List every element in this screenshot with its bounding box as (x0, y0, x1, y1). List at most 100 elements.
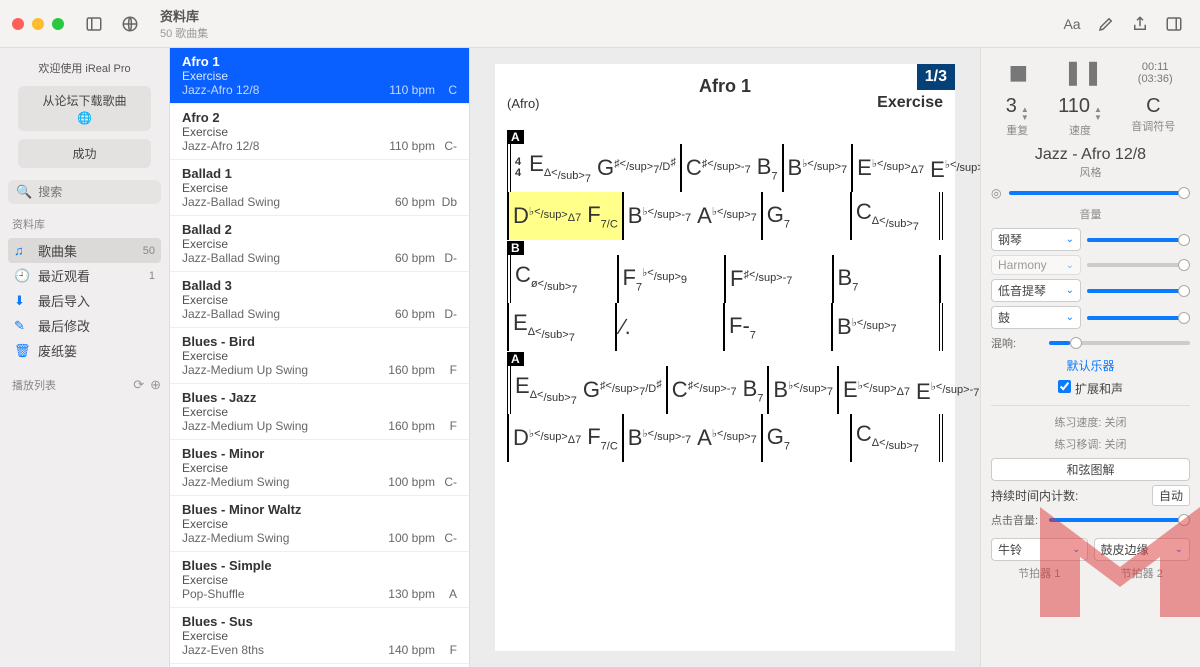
metronome-select[interactable]: 牛铃⌄ (991, 538, 1088, 561)
titlebar: 资料库 50 歌曲集 Aa (0, 0, 1200, 48)
metronome-select[interactable]: 鼓皮边缘⌄ (1094, 538, 1191, 561)
song-row[interactable]: Blues - SusExerciseJazz-Even 8ths140 bpm… (170, 608, 469, 664)
close-icon[interactable] (12, 18, 24, 30)
style-name[interactable]: Jazz - Afro 12/8 (991, 146, 1190, 164)
practice-tempo[interactable]: 练习速度: 关闭 (991, 414, 1190, 430)
sidebar-item-download[interactable]: ⬇最后导入 (8, 288, 161, 313)
minimize-icon[interactable] (32, 18, 44, 30)
reverb-slider[interactable] (1049, 341, 1190, 345)
section-header: 资料库 (12, 216, 161, 232)
chord-bar[interactable]: CΔ</sub>7 (850, 192, 939, 240)
song-row[interactable]: Afro 1ExerciseJazz-Afro 12/8110 bpmC (170, 48, 469, 104)
globe-icon[interactable] (116, 12, 144, 36)
repeat-stepper[interactable]: 3▲▼重复 (1006, 95, 1029, 138)
chord-bar[interactable]: B♭</sup>-7A♭</sup>7 (622, 192, 761, 240)
window-subtitle: 50 歌曲集 (160, 25, 1050, 41)
chord-bar[interactable]: EΔ</sub>7G♯</sup>7/D♯ (507, 366, 666, 414)
maximize-icon[interactable] (52, 18, 64, 30)
chord-bar[interactable]: B♭</sup>-7A♭</sup>7 (622, 414, 761, 462)
instrument-volume-slider[interactable] (1087, 316, 1190, 320)
chord-bar[interactable]: E♭</sup>Δ7E♭</sup>-7 A♭7 (851, 144, 980, 192)
song-row[interactable]: Afro 2ExerciseJazz-Afro 12/8110 bpmC- (170, 104, 469, 160)
sidebar-toggle-icon[interactable] (80, 12, 108, 36)
chord-bar[interactable]: B♭</sup>7 (767, 366, 837, 414)
chord-bar[interactable]: EΔ</sub>7 (507, 303, 615, 351)
chord-bar[interactable]: F♯</sup>-7 (724, 255, 832, 303)
instrument-select[interactable]: 鼓⌄ (991, 306, 1081, 329)
song-row[interactable]: Ballad 2ExerciseJazz-Ballad Swing60 bpmD… (170, 216, 469, 272)
chord-row: D♭</sup>Δ7F7/CB♭</sup>-7A♭</sup>7G7CΔ</s… (507, 414, 943, 462)
chord-bar[interactable]: F-7 (723, 303, 831, 351)
instrument-row: Harmony⌄ (991, 255, 1190, 275)
globe-icon: 🌐 (24, 111, 145, 125)
add-icon[interactable]: ⊕ (150, 377, 161, 393)
instrument-select: Harmony⌄ (991, 255, 1081, 275)
edit-icon: ✎ (14, 318, 30, 334)
song-row[interactable]: Blues - BirdExerciseJazz-Medium Up Swing… (170, 328, 469, 384)
chord-bar[interactable]: B♭</sup>7 (782, 144, 852, 192)
instrument-volume-slider[interactable] (1087, 289, 1190, 293)
song-row[interactable]: Ballad 3ExerciseJazz-Ballad Swing60 bpmD… (170, 272, 469, 328)
chord-bar[interactable]: D♭</sup>Δ7F7/C (507, 192, 622, 240)
chord-bar[interactable]: D♭</sup>Δ7F7/C (507, 414, 622, 462)
chord-bar[interactable]: ∕. (615, 303, 723, 351)
music-icon: ♫ (14, 243, 30, 258)
song-row[interactable]: Blues - SimpleExercisePop-Shuffle130 bpm… (170, 552, 469, 608)
chord-row: EΔ</sub>7∕.F-7B♭</sup>7 (507, 303, 943, 351)
success-button[interactable]: 成功 (18, 139, 151, 168)
sidebar-item-edit[interactable]: ✎最后修改 (8, 313, 161, 338)
section-label: A (507, 130, 524, 144)
chord-bar[interactable]: C♯</sup>-7B7 (666, 366, 768, 414)
edit-icon[interactable] (1092, 12, 1120, 36)
tempo-stepper[interactable]: 110▲▼速度 (1058, 95, 1102, 138)
instrument-select[interactable]: 钢琴⌄ (991, 228, 1081, 251)
song-row[interactable]: Blues - MinorExerciseJazz-Medium Swing10… (170, 440, 469, 496)
chord-bar[interactable]: B7 (832, 255, 940, 303)
chord-bar[interactable]: B♭</sup>7 (831, 303, 939, 351)
instrument-row: 低音提琴⌄ (991, 279, 1190, 302)
chord-bar[interactable]: G7 (761, 192, 850, 240)
chord-bar[interactable]: E♭</sup>Δ7E♭</sup>-7 A♭7 (837, 366, 980, 414)
chord-bar[interactable]: G7 (761, 414, 850, 462)
sidebar-item-music[interactable]: ♫歌曲集50 (8, 238, 161, 263)
search-input[interactable]: 🔍 (8, 180, 161, 204)
expand-harmony-checkbox[interactable] (1058, 380, 1071, 393)
stop-button[interactable]: ◼ (1008, 58, 1028, 87)
page-number: 1/3 (917, 64, 955, 90)
time-display: 00:11(03:36) (1138, 61, 1173, 85)
song-style-label: (Afro) (507, 96, 540, 111)
sync-icon[interactable]: ⟳ (133, 377, 144, 393)
time-signature: 44 (515, 157, 521, 179)
instrument-select[interactable]: 低音提琴⌄ (991, 279, 1081, 302)
airplay-icon[interactable]: ◎ (991, 186, 1001, 200)
chord-diagram-button[interactable]: 和弦图解 (991, 458, 1190, 481)
sidebar: 欢迎使用 iReal Pro 从论坛下载歌曲 🌐 成功 🔍 资料库 ♫歌曲集50… (0, 48, 170, 667)
song-row[interactable]: Blues - JazzExerciseJazz-Medium Up Swing… (170, 384, 469, 440)
default-instrument-link[interactable]: 默认乐器 (991, 357, 1190, 374)
instrument-volume-slider[interactable] (1087, 238, 1190, 242)
key-stepper[interactable]: C音调符号 (1131, 95, 1175, 138)
chord-bar[interactable]: CΔ</sub>7 (850, 414, 939, 462)
pause-button[interactable]: ❚❚ (1063, 58, 1103, 87)
duration-select[interactable]: 自动 (1152, 485, 1190, 506)
chord-bar[interactable]: C♯</sup>-7B7 (680, 144, 782, 192)
chord-bar[interactable]: Cø</sub>7 (507, 255, 617, 303)
click-volume-slider[interactable] (1049, 518, 1190, 522)
chord-bar[interactable]: 44EΔ</sub>7G♯</sup>7/D♯ (507, 144, 680, 192)
sidebar-item-trash[interactable]: 🗑废纸篓 (8, 338, 161, 363)
chord-row: EΔ</sub>7G♯</sup>7/D♯C♯</sup>-7B7B♭</sup… (507, 366, 943, 414)
font-icon[interactable]: Aa (1058, 12, 1086, 36)
share-icon[interactable] (1126, 12, 1154, 36)
song-row[interactable]: Ballad 1ExerciseJazz-Ballad Swing60 bpmD… (170, 160, 469, 216)
song-row[interactable]: Blues - Minor WaltzExerciseJazz-Medium S… (170, 496, 469, 552)
welcome-text: 欢迎使用 iReal Pro (8, 56, 161, 80)
trash-icon: 🗑 (14, 343, 30, 359)
panel-toggle-icon[interactable] (1160, 12, 1188, 36)
song-list[interactable]: Afro 1ExerciseJazz-Afro 12/8110 bpmCAfro… (170, 48, 470, 667)
practice-transpose[interactable]: 练习移调: 关闭 (991, 436, 1190, 452)
chord-row: Cø</sub>7F7♭</sup>9F♯</sup>-7B7 (507, 255, 943, 303)
chord-bar[interactable]: F7♭</sup>9 (617, 255, 725, 303)
download-button[interactable]: 从论坛下载歌曲 🌐 (18, 86, 151, 131)
sidebar-item-clock[interactable]: 🕘最近观看1 (8, 263, 161, 288)
volume-slider[interactable] (1009, 191, 1190, 195)
